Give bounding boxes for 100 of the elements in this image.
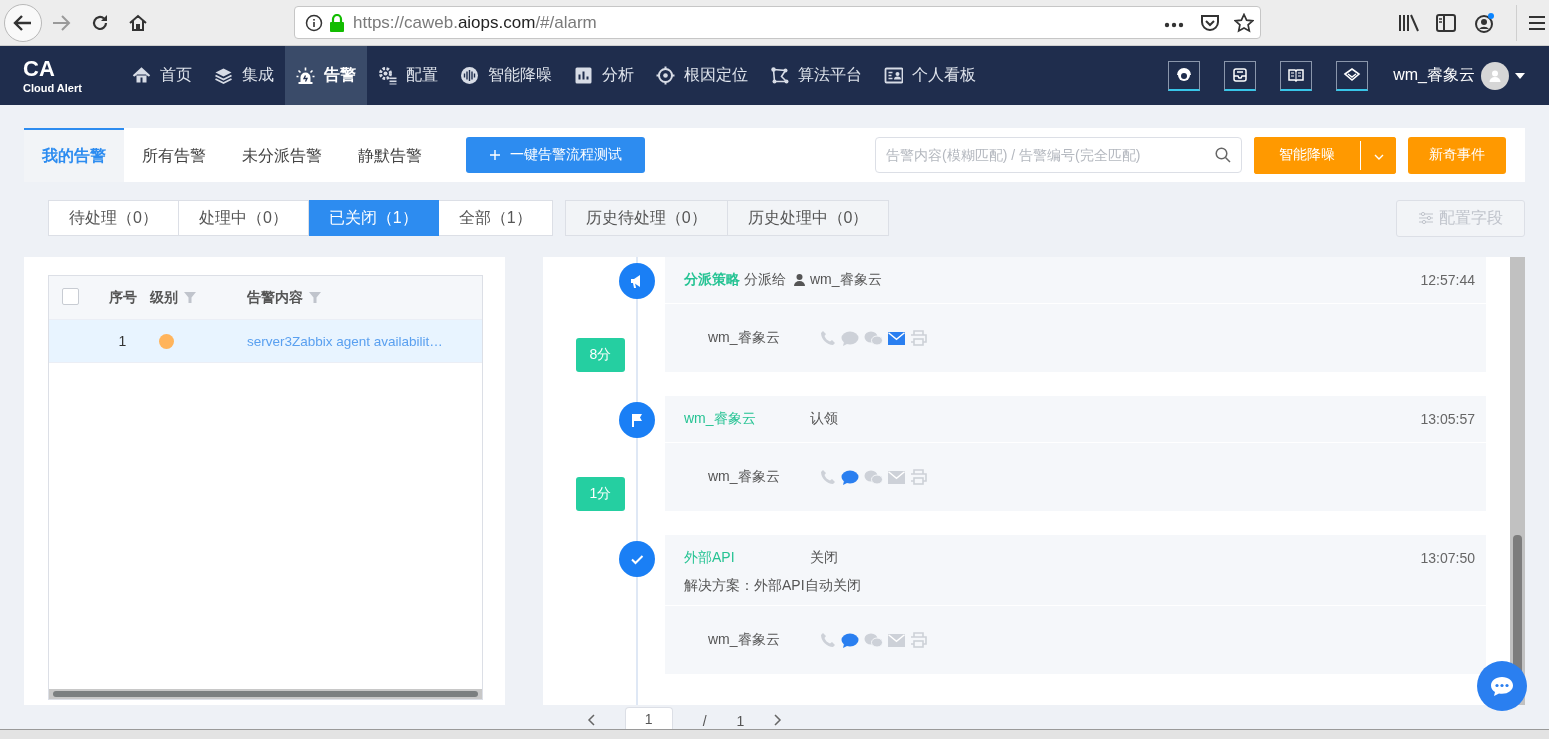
duration-badge: 8分 <box>576 338 625 372</box>
scrollbar[interactable] <box>49 689 482 699</box>
inbox-button[interactable] <box>1224 60 1257 91</box>
search-icon[interactable] <box>1215 147 1231 163</box>
envelope-icon <box>887 633 905 647</box>
page-input[interactable]: 1 <box>624 707 673 729</box>
speech-bubble-icon <box>840 469 859 485</box>
column-header: 序号 <box>108 288 137 307</box>
actor-label: 分派策略 <box>684 271 740 289</box>
envelope-icon <box>887 331 905 345</box>
resolution-note: 解决方案：外部API自动关闭 <box>684 577 862 595</box>
bar-chart-icon <box>574 66 593 85</box>
column-header: 告警内容 <box>247 288 303 307</box>
pocket-icon[interactable] <box>1200 13 1220 32</box>
nav-item[interactable]: 根因定位 <box>645 46 759 105</box>
phone-icon <box>819 330 836 346</box>
waveform-icon <box>460 66 479 85</box>
chat-bubble-icon <box>1489 675 1515 697</box>
nodes-icon <box>770 66 789 85</box>
diamond-button[interactable] <box>1336 60 1369 91</box>
phone-icon <box>819 632 836 648</box>
actor-label: 外部API <box>684 549 736 567</box>
sidebar-icon[interactable] <box>1436 13 1456 32</box>
headset-icon <box>1175 66 1194 84</box>
logo-title: CA <box>23 57 56 80</box>
megaphone-icon <box>619 263 655 299</box>
envelope-icon <box>887 470 905 484</box>
address-bar[interactable]: https://caweb.aiops.com/#/alarm <box>294 6 1261 39</box>
chat-bubbles-icon <box>863 469 883 485</box>
nav-item[interactable]: 智能降噪 <box>449 46 563 105</box>
check-icon <box>619 541 655 577</box>
headset-button[interactable] <box>1168 60 1201 91</box>
nav-item[interactable]: 配置 <box>367 46 449 105</box>
user-name: wm_睿象云 <box>708 329 780 347</box>
gears-icon <box>378 66 397 85</box>
time-label: 13:05:57 <box>1420 411 1475 427</box>
person-icon <box>794 274 805 286</box>
bookmark-star-icon[interactable] <box>1234 12 1254 33</box>
action-label: 认领 <box>810 410 838 428</box>
home-icon <box>128 12 148 33</box>
table-row[interactable]: 1 server3Zabbix agent availabilit… <box>49 319 482 363</box>
speech-bubble-icon <box>840 330 859 346</box>
action-label: 关闭 <box>810 549 838 567</box>
user-name: wm_睿象云 <box>708 631 780 649</box>
home-icon <box>132 66 151 85</box>
status-tab[interactable]: 历史待处理（0） <box>564 200 728 236</box>
flag-icon <box>619 402 655 438</box>
assignee-name: wm_睿象云 <box>810 271 882 289</box>
url-text: https://caweb.aiops.com/#/alarm <box>353 12 597 33</box>
book-icon <box>1287 66 1306 84</box>
back-button[interactable] <box>4 3 42 42</box>
nav-item[interactable]: 告警 <box>285 46 367 105</box>
home-button[interactable] <box>128 12 148 33</box>
total-pages: 1 <box>736 713 745 729</box>
page-separator: / <box>702 713 707 729</box>
time-label: 12:57:44 <box>1420 272 1475 288</box>
user-name[interactable]: wm_睿象云 <box>1393 65 1475 86</box>
info-icon <box>305 13 323 32</box>
status-tab[interactable]: 处理中（0） <box>178 200 309 236</box>
siren-icon <box>296 66 315 85</box>
nav-item[interactable]: 分析 <box>563 46 645 105</box>
column-header: 级别 <box>150 288 178 307</box>
status-tab[interactable]: 历史处理中（0） <box>727 200 890 236</box>
actor-label: wm_睿象云 <box>684 410 757 428</box>
speech-bubble-icon <box>840 632 859 648</box>
select-all-checkbox[interactable] <box>62 288 79 305</box>
inbox-icon <box>1231 66 1250 84</box>
action-label: 分派给 <box>744 271 786 289</box>
search-field[interactable]: 告警内容(模糊匹配) / 告警编号(完全匹配) <box>875 137 1242 173</box>
table-cell-text: 1 <box>117 333 128 349</box>
caret-icon[interactable] <box>1515 72 1525 79</box>
phone-icon <box>819 469 836 485</box>
status-tab[interactable]: 全部（1） <box>438 200 553 236</box>
printer-icon <box>909 469 927 485</box>
printer-icon <box>909 632 927 648</box>
printer-icon <box>909 330 927 346</box>
chat-bubbles-icon <box>863 632 883 648</box>
nav-item[interactable]: 首页 <box>121 46 203 105</box>
profile-board-icon <box>884 66 903 85</box>
sliders-icon <box>1418 212 1433 224</box>
target-icon <box>656 66 675 85</box>
account-icon[interactable] <box>1474 11 1496 34</box>
book-button[interactable] <box>1280 60 1313 91</box>
nav-item[interactable]: 个人看板 <box>873 46 987 105</box>
library-icon[interactable] <box>1398 13 1420 32</box>
layers-icon <box>214 66 233 85</box>
lock-icon <box>329 13 345 32</box>
logo-subtitle: Cloud Alert <box>23 81 83 94</box>
duration-badge: 1分 <box>576 477 625 511</box>
avatar-icon[interactable] <box>1481 61 1509 90</box>
plus-icon <box>489 150 500 160</box>
diamond-icon <box>1343 66 1362 84</box>
status-tab[interactable]: 待处理（0） <box>48 200 179 236</box>
nav-item[interactable]: 集成 <box>203 46 285 105</box>
chat-bubbles-icon <box>863 330 883 346</box>
nav-item[interactable]: 算法平台 <box>759 46 873 105</box>
chevron-down-icon <box>1373 154 1384 160</box>
menu-icon[interactable] <box>1529 15 1545 30</box>
scrollbar[interactable] <box>1510 257 1525 705</box>
user-name: wm_睿象云 <box>708 468 780 486</box>
